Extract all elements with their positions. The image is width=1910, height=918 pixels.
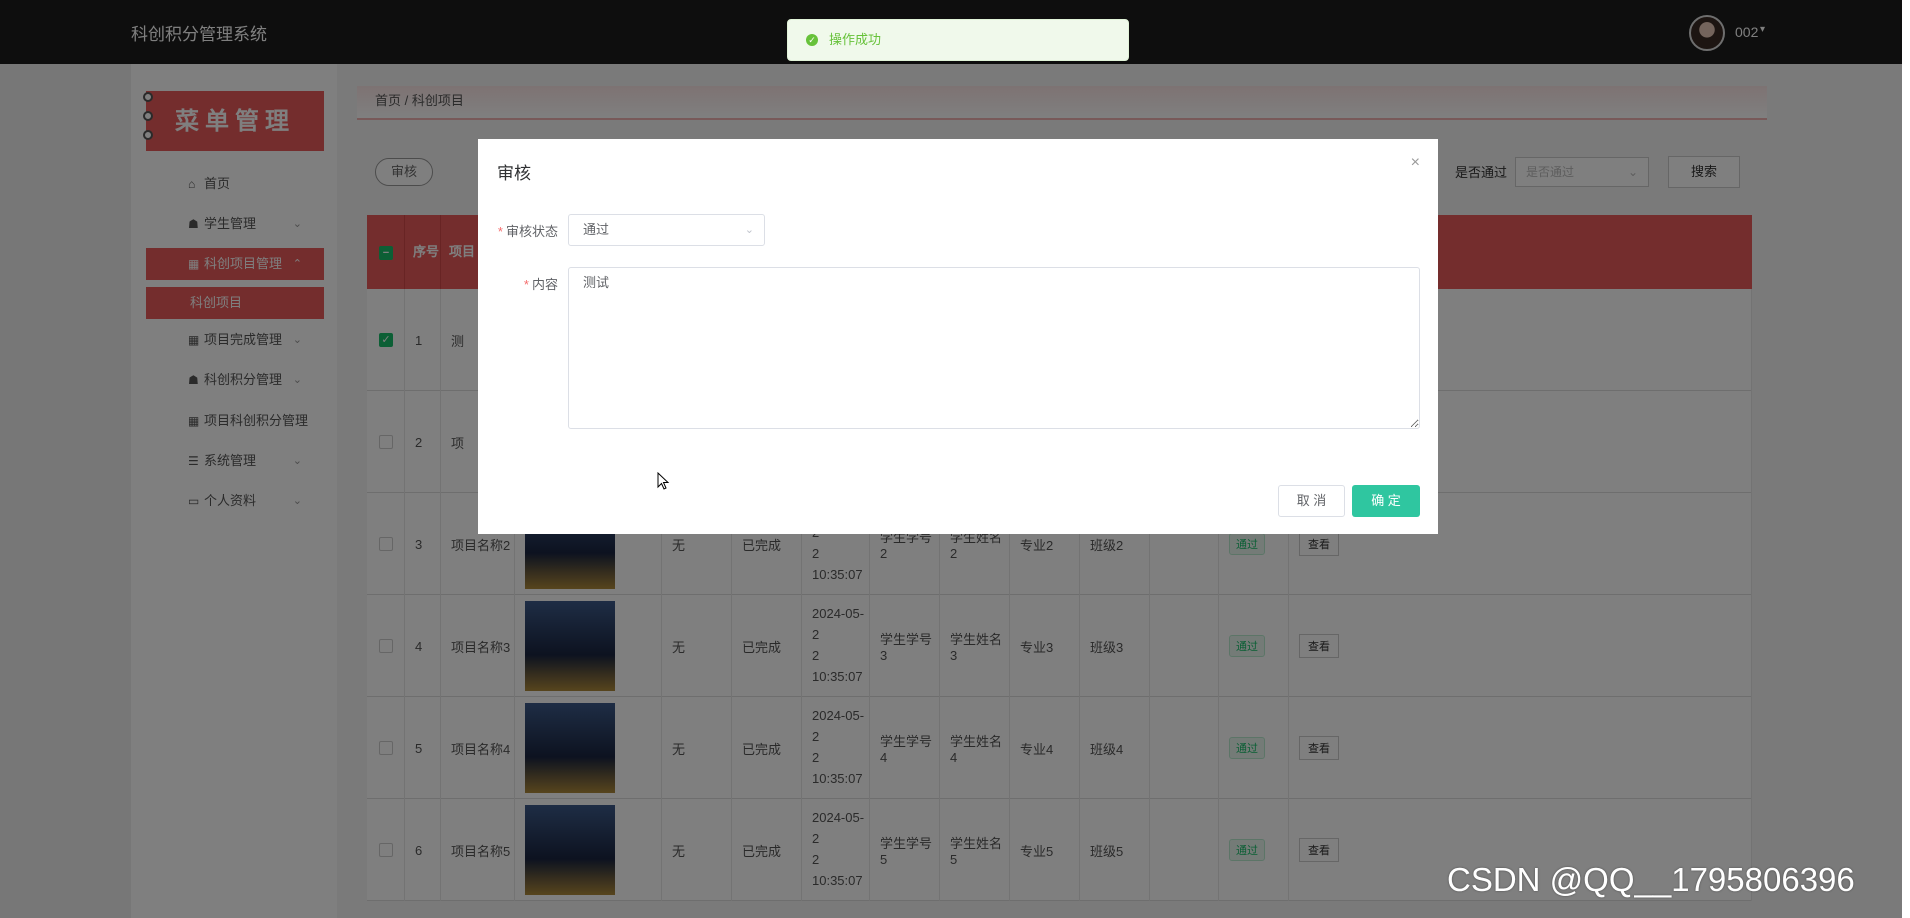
watermark: CSDN @QQ__1795806396: [1447, 861, 1855, 898]
confirm-button[interactable]: 确 定: [1352, 485, 1420, 517]
status-select[interactable]: 通过 ⌄: [568, 214, 765, 246]
right-edge: [1902, 0, 1910, 918]
content-label-text: 内容: [531, 277, 558, 292]
status-select-value: 通过: [583, 222, 610, 237]
mouse-cursor-icon: [657, 472, 670, 490]
content-label: * 内容: [523, 277, 558, 292]
status-label-text: 审核状态: [505, 224, 558, 239]
content-textarea[interactable]: 测试: [568, 267, 1420, 429]
chevron-down-icon: ⌄: [744, 224, 754, 236]
cancel-button[interactable]: 取 消: [1278, 485, 1345, 517]
toast-message: 操作成功: [829, 32, 882, 47]
dialog-title: 审核: [497, 164, 531, 183]
close-icon[interactable]: ×: [1411, 154, 1420, 172]
audit-dialog: 审核 × * 审核状态 通过 ⌄ * 内容 测试 取 消 确 定: [478, 139, 1438, 534]
status-label: * 审核状态: [497, 224, 558, 239]
check-circle-icon: ✓: [806, 34, 818, 46]
success-toast: ✓ 操作成功: [787, 19, 1129, 61]
